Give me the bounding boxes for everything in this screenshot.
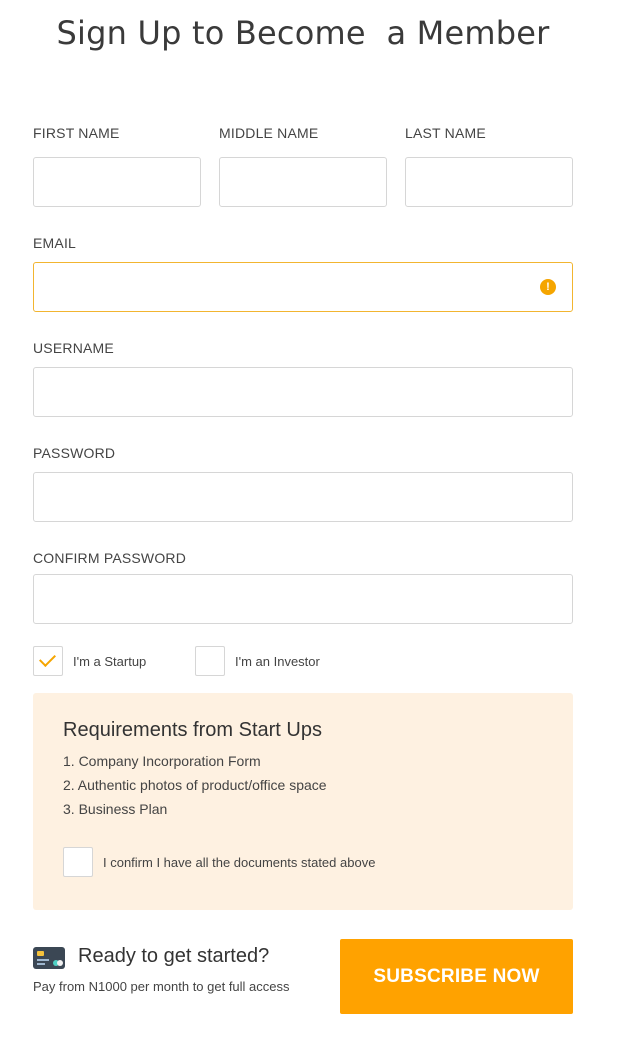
username-label: USERNAME [33, 340, 114, 356]
confirm-documents-checkbox[interactable] [63, 847, 93, 877]
cta-subtitle: Pay from N1000 per month to get full acc… [33, 979, 290, 994]
password-label: PASSWORD [33, 445, 116, 461]
requirements-list: 1. Company Incorporation Form 2. Authent… [63, 753, 327, 825]
subscribe-now-button[interactable]: SUBSCRIBE NOW [340, 939, 573, 1014]
investor-checkbox[interactable] [195, 646, 225, 676]
username-input[interactable] [33, 367, 573, 417]
requirements-title: Requirements from Start Ups [63, 719, 322, 741]
middle-name-input[interactable] [219, 157, 387, 207]
startup-checkbox[interactable] [33, 646, 63, 676]
credit-card-icon [33, 947, 65, 969]
checkmark-icon [39, 650, 56, 667]
email-label: EMAIL [33, 235, 77, 251]
startup-label: I'm a Startup [73, 654, 147, 669]
warning-icon: ! [540, 279, 556, 295]
confirm-password-input[interactable] [33, 574, 573, 624]
email-input[interactable] [33, 262, 573, 312]
requirement-item: 1. Company Incorporation Form [63, 753, 261, 769]
last-name-label: LAST NAME [405, 125, 486, 141]
page-title: Sign Up to Become a Member [56, 14, 550, 52]
first-name-label: FIRST NAME [33, 125, 120, 141]
last-name-input[interactable] [405, 157, 573, 207]
requirement-item: 3. Business Plan [63, 801, 168, 817]
requirements-panel: Requirements from Start Ups 1. Company I… [33, 693, 573, 910]
password-input[interactable] [33, 472, 573, 522]
requirement-item: 2. Authentic photos of product/office sp… [63, 777, 327, 793]
confirm-documents-label: I confirm I have all the documents state… [103, 855, 376, 870]
confirm-password-label: CONFIRM PASSWORD [33, 550, 187, 566]
investor-label: I'm an Investor [235, 654, 320, 669]
cta-title: Ready to get started? [78, 945, 270, 967]
middle-name-label: MIDDLE NAME [219, 125, 319, 141]
first-name-input[interactable] [33, 157, 201, 207]
